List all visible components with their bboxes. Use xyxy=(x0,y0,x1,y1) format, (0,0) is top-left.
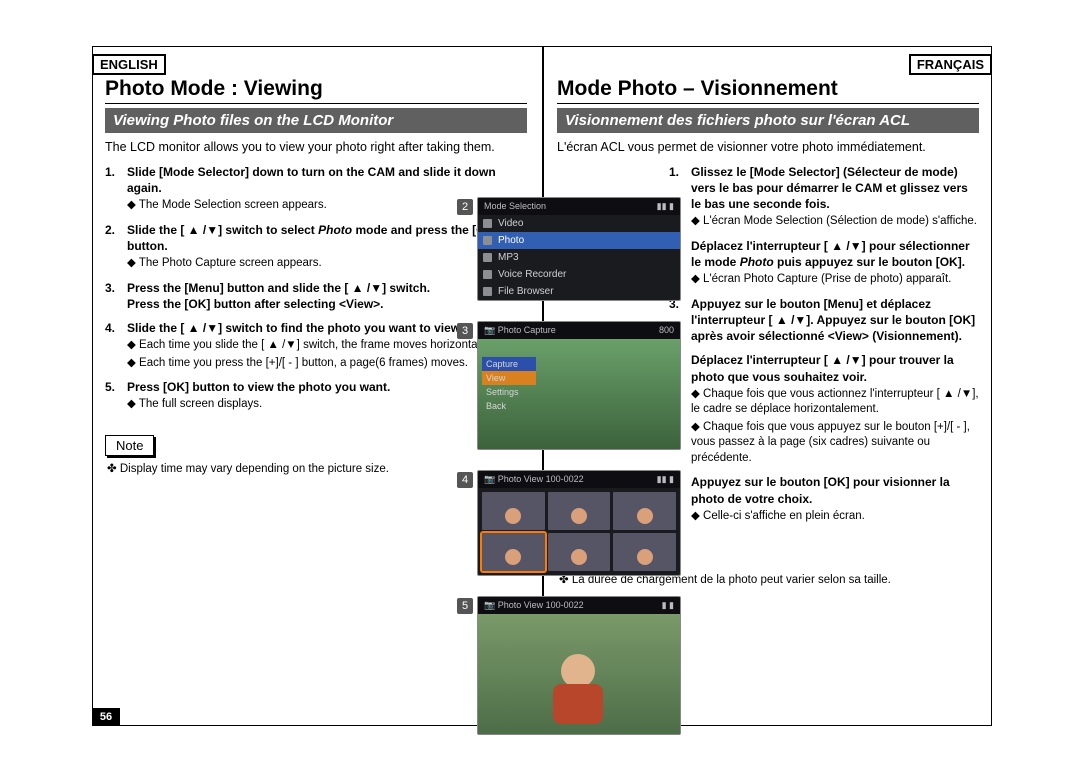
lcd-photo-capture: 3 📷 Photo Capture800 Capture View Settin… xyxy=(477,321,707,450)
step-text: Press [OK] button to view the photo you … xyxy=(127,380,390,394)
page-number: 56 xyxy=(92,708,120,726)
thumbnail xyxy=(548,533,611,571)
menu-capture: Capture xyxy=(482,357,536,371)
mode-item-video: Video xyxy=(478,215,680,232)
mode-item-voice: Voice Recorder xyxy=(478,266,680,283)
step-text: Press the [Menu] button and slide the [ … xyxy=(127,281,430,295)
step-4-fr: 4. Déplacez l'interrupteur [ ▲ /▼] pour … xyxy=(669,352,979,466)
subheading-en: Viewing Photo files on the LCD Monitor xyxy=(105,108,527,133)
thumbnail xyxy=(613,533,676,571)
lcd-title: Photo View 100-0022 xyxy=(498,474,584,484)
thumbnail xyxy=(482,492,545,530)
step-3-en: 3. Press the [Menu] button and slide the… xyxy=(105,280,527,312)
thumbnail-selected xyxy=(482,533,545,571)
menu-back: Back xyxy=(482,399,536,413)
step-5-fr: 5. Appuyez sur le bouton [OK] pour visio… xyxy=(669,474,979,524)
step-text: Glissez le [Mode Selector] (Sélecteur de… xyxy=(691,165,968,211)
lcd-step-badge-4: 4 xyxy=(457,472,473,488)
page-frame: ENGLISH FRANÇAIS Photo Mode : Viewing Vi… xyxy=(92,46,992,726)
lcd-title: Mode Selection xyxy=(484,201,546,212)
step-3-fr: 3. Appuyez sur le bouton [Menu] et dépla… xyxy=(669,296,979,345)
lcd-illustrations: 2 Mode Selection▮▮ ▮ Video Photo MP3 Voi… xyxy=(477,197,707,755)
step-em: Photo xyxy=(740,255,774,269)
lcd-step-badge-3: 3 xyxy=(457,323,473,339)
lcd-title: Photo View 100-0022 xyxy=(498,600,584,610)
heading-en: Photo Mode : Viewing xyxy=(105,77,527,104)
step-text: Slide [Mode Selector] down to turn on th… xyxy=(127,165,496,195)
step-1-fr: 1. Glissez le [Mode Selector] (Sélecteur… xyxy=(669,164,979,230)
step-body: Appuyez sur le bouton [Menu] et déplacez… xyxy=(691,296,979,345)
camera-icon: 📷 Photo View 100-0022 xyxy=(484,600,584,611)
step-sub: Each time you slide the [ ▲ /▼] switch, … xyxy=(127,338,527,354)
step-sub: L'écran Photo Capture (Prise de photo) a… xyxy=(691,272,979,288)
step-sub: Chaque fois que vous actionnez l'interru… xyxy=(691,387,979,418)
step-sub: The full screen displays. xyxy=(127,397,527,413)
step-body: Slide the [ ▲ /▼] switch to select Photo… xyxy=(127,222,527,272)
lang-english-tab: ENGLISH xyxy=(92,54,166,75)
step-2-en: 2. Slide the [ ▲ /▼] switch to select Ph… xyxy=(105,222,527,272)
lcd-photo-view-full: 5 📷 Photo View 100-0022▮ ▮ xyxy=(477,596,707,735)
lang-francais-tab: FRANÇAIS xyxy=(909,54,992,75)
mode-item-mp3: MP3 xyxy=(478,249,680,266)
mode-item-photo: Photo xyxy=(478,232,680,249)
mode-item-filebrowser: File Browser xyxy=(478,283,680,300)
lcd-mode-selection: 2 Mode Selection▮▮ ▮ Video Photo MP3 Voi… xyxy=(477,197,707,301)
step-sub2: Chaque fois que vous appuyez sur le bout… xyxy=(691,420,979,467)
battery-icon: ▮▮ ▮ xyxy=(657,201,674,212)
thumbnail xyxy=(613,492,676,530)
lcd-screen-2: Mode Selection ▮▮ ▮ Video Photo MP3 Voice… xyxy=(477,197,681,301)
menu-settings: Settings xyxy=(482,385,536,399)
step-text: Slide the [ ▲ /▼] switch to find the pho… xyxy=(127,321,463,335)
photo-child xyxy=(543,654,613,724)
full-photo xyxy=(478,614,680,734)
step-body: Press the [Menu] button and slide the [ … xyxy=(127,280,527,312)
english-column: Photo Mode : Viewing Viewing Photo files… xyxy=(101,77,531,477)
step-num: 2. xyxy=(105,222,127,272)
step-sub2: Each time you press the [+]/[ - ] button… xyxy=(127,356,527,372)
subheading-fr: Visionnement des fichiers photo sur l'éc… xyxy=(557,108,979,133)
step-body: Déplacez l'interrupteur [ ▲ /▼] pour sél… xyxy=(691,238,979,288)
step-sub: L'écran Mode Selection (Sélection de mod… xyxy=(691,214,979,230)
step-body: Press [OK] button to view the photo you … xyxy=(127,379,527,413)
lcd-screen-5: 📷 Photo View 100-0022 ▮ ▮ xyxy=(477,596,681,735)
step-body: Déplacez l'interrupteur [ ▲ /▼] pour tro… xyxy=(691,352,979,466)
lcd-step-badge-5: 5 xyxy=(457,598,473,614)
camera-icon: 📷 Photo View 100-0022 xyxy=(484,474,584,485)
step-text: Slide the [ ▲ /▼] switch to select xyxy=(127,223,318,237)
step-5-en: 5. Press [OK] button to view the photo y… xyxy=(105,379,527,413)
step-text2: Press the [OK] button after selecting <V… xyxy=(127,297,384,311)
lcd-title: Photo Capture xyxy=(498,325,556,335)
battery-icon: ▮ ▮ xyxy=(662,600,674,611)
lcd-step-badge-2: 2 xyxy=(457,199,473,215)
step-body: Glissez le [Mode Selector] (Sélecteur de… xyxy=(691,164,979,230)
thumb-grid xyxy=(478,488,680,575)
step-text: Déplacez l'interrupteur [ ▲ /▼] pour tro… xyxy=(691,353,954,383)
step-num: 4. xyxy=(105,320,127,371)
lcd-preview: Capture View Settings Back xyxy=(478,339,680,449)
step-num: 5. xyxy=(105,379,127,413)
battery-icon: ▮▮ ▮ xyxy=(657,474,674,485)
step-num: 3. xyxy=(105,280,127,312)
step-body: Appuyez sur le bouton [OK] pour visionne… xyxy=(691,474,979,524)
step-sub: The Photo Capture screen appears. xyxy=(127,256,527,272)
step-em: Photo xyxy=(318,223,352,237)
lcd-menu: Capture View Settings Back xyxy=(482,357,536,413)
lcd-count: 800 xyxy=(659,325,674,336)
heading-fr: Mode Photo – Visionnement xyxy=(557,77,979,104)
menu-view: View xyxy=(482,371,536,385)
step-text: Appuyez sur le bouton [OK] pour visionne… xyxy=(691,475,950,505)
camera-icon: 📷 Photo Capture xyxy=(484,325,556,336)
step-num: 1. xyxy=(105,164,127,214)
lcd-photo-view-grid: 4 📷 Photo View 100-0022▮▮ ▮ xyxy=(477,470,707,576)
note-label-en: Note xyxy=(105,435,154,456)
intro-en: The LCD monitor allows you to view your … xyxy=(105,139,527,156)
lcd-screen-4: 📷 Photo View 100-0022 ▮▮ ▮ xyxy=(477,470,681,576)
thumbnail xyxy=(548,492,611,530)
step-sub: Celle-ci s'affiche en plein écran. xyxy=(691,509,979,525)
step-text: Appuyez sur le bouton [Menu] et déplacez… xyxy=(691,297,975,343)
step-2-fr: 2. Déplacez l'interrupteur [ ▲ /▼] pour … xyxy=(669,238,979,288)
intro-fr: L'écran ACL vous permet de visionner vot… xyxy=(557,139,979,156)
lcd-screen-3: 📷 Photo Capture 800 Capture View Settings… xyxy=(477,321,681,450)
step-text2: puis appuyez sur le bouton [OK]. xyxy=(774,255,965,269)
